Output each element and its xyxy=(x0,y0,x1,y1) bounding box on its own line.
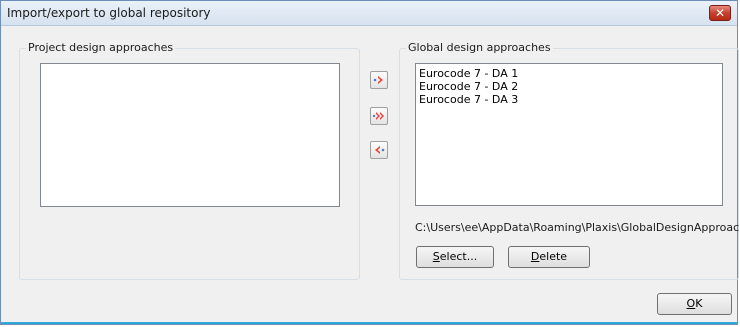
arrow-right-icon xyxy=(373,76,383,84)
repository-path: C:\Users\ee\AppData\Roaming\Plaxis\Globa… xyxy=(415,221,740,234)
dialog-title: Import/export to global repository xyxy=(7,6,211,20)
import-selected-button[interactable] xyxy=(370,141,388,159)
bottom-accent-line xyxy=(1,322,737,324)
project-design-approaches-group: Project design approaches xyxy=(19,41,360,280)
close-icon: ✕ xyxy=(714,6,726,20)
global-design-approaches-list[interactable]: Eurocode 7 - DA 1 Eurocode 7 - DA 2 Euro… xyxy=(415,63,723,206)
delete-button[interactable]: Delete xyxy=(508,246,590,268)
export-selected-button[interactable] xyxy=(370,71,388,89)
list-item[interactable]: Eurocode 7 - DA 1 xyxy=(416,67,722,80)
global-design-approaches-group: Global design approaches Eurocode 7 - DA… xyxy=(399,41,740,280)
ok-label: K xyxy=(695,297,703,310)
select-label: elect... xyxy=(439,250,478,263)
list-item[interactable]: Eurocode 7 - DA 2 xyxy=(416,80,722,93)
global-group-label: Global design approaches xyxy=(406,41,553,54)
project-design-approaches-list[interactable] xyxy=(40,63,340,207)
project-group-label: Project design approaches xyxy=(26,41,176,54)
select-button[interactable]: Select... xyxy=(416,246,494,268)
arrow-left-icon xyxy=(375,146,385,154)
ok-mnemonic: O xyxy=(686,297,696,310)
title-bar[interactable]: Import/export to global repository ✕ xyxy=(1,1,737,26)
double-arrow-right-icon xyxy=(372,112,384,120)
delete-label: elete xyxy=(539,250,568,263)
ok-button[interactable]: OK xyxy=(657,293,732,315)
list-item[interactable]: Eurocode 7 - DA 3 xyxy=(416,93,722,106)
dialog-window: Import/export to global repository ✕ Pro… xyxy=(0,0,740,325)
export-all-button[interactable] xyxy=(370,107,388,125)
select-mnemonic: S xyxy=(432,250,440,263)
close-button[interactable]: ✕ xyxy=(709,5,731,21)
